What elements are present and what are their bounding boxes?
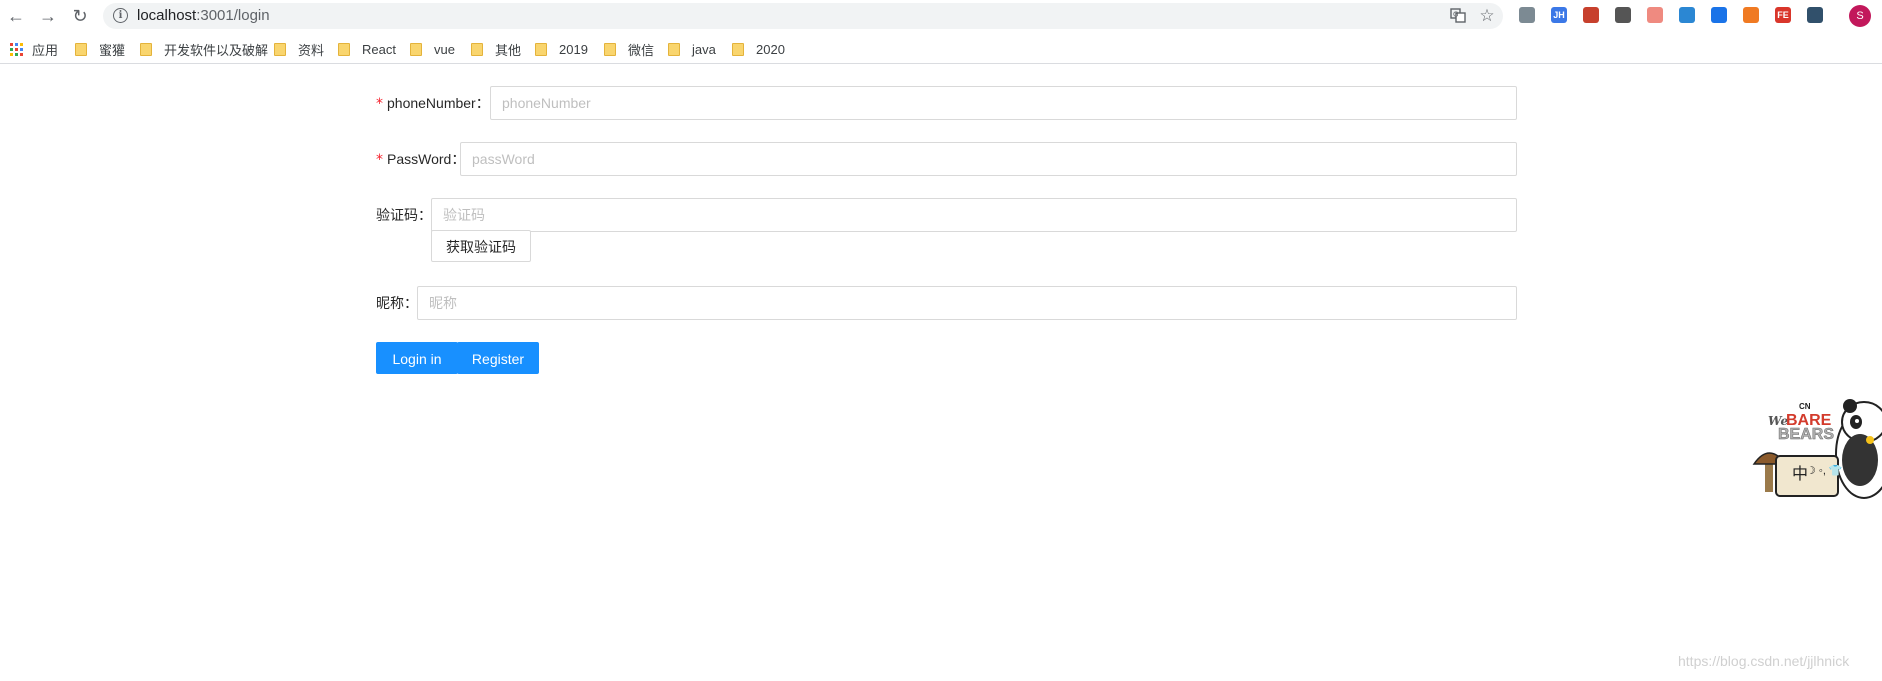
pinwheel-icon[interactable] [1679,7,1695,23]
password-label: * PassWord： [376,151,466,168]
nickname-input[interactable] [417,286,1517,320]
folder-icon [140,42,152,56]
bookmark-folder-label: vue [434,41,455,57]
bird-extension-icon[interactable] [1807,7,1823,23]
register-button[interactable]: Register [457,342,539,374]
folder-icon [604,42,616,56]
phone-number-label: * phoneNumber： [376,95,490,112]
bookmark-folder[interactable]: java [668,39,716,59]
bookmark-apps[interactable]: 应用 [10,39,58,59]
password-input[interactable] [460,142,1517,176]
browser-toolbar: ← → ↻ i localhost:3001/login G ☆ JH FE S [0,0,1882,32]
bookmark-folder-label: 蜜獾 [99,42,126,58]
star-bookmark-icon[interactable]: ☆ [1478,7,1496,25]
phone-number-input[interactable] [490,86,1517,120]
bookmark-folder[interactable]: 微信 [604,39,654,59]
reload-icon[interactable]: ↻ [68,4,92,28]
back-arrow-icon[interactable]: ← [4,4,28,28]
qr-code-icon[interactable] [1615,7,1631,23]
bookmark-folder[interactable]: 蜜獾 [75,39,125,59]
folder-icon [668,42,680,56]
bookmark-folder[interactable]: 2020 [732,39,785,59]
we-bare-bears-mascot[interactable]: CN We BARE BEARS 中 ☽ ◦, 👕 [1752,392,1882,506]
bookmark-folder-label: 资料 [298,42,325,58]
folder-icon [410,42,422,56]
bookmark-folder[interactable]: React [338,39,396,59]
bookmark-folder-label: 2020 [756,41,785,57]
folder-icon [338,42,350,56]
bookmark-folder[interactable]: vue [410,39,455,59]
nickname-row: 昵称： [376,286,1517,320]
translate-icon[interactable]: G [1449,7,1467,25]
mascot-icons: ☽ ◦, 👕 [1806,465,1843,477]
svg-text:G: G [1453,11,1458,19]
mascot-title-bears: BEARS [1778,426,1835,444]
bookmark-folder-label: java [692,41,716,57]
watermark: https://blog.csdn.net/jjlhnick [1678,653,1850,669]
red-extension-icon[interactable] [1583,7,1599,23]
bookmark-folder[interactable]: 资料 [274,39,324,59]
get-code-button[interactable]: 获取验证码 [431,230,531,262]
url-text[interactable]: localhost:3001/login [137,7,270,25]
bookmark-apps-label: 应用 [32,42,59,58]
save-extension-icon[interactable] [1711,7,1727,23]
mascot-brand: CN [1799,402,1811,411]
bookmarks-bar: 应用 蜜獾 开发软件以及破解 资料 React vue 其他 2019 微信 java 2020 [0,35,1882,64]
phone-number-row: * phoneNumber： [376,86,1517,120]
folder-icon [471,42,483,56]
fe-helper-icon[interactable]: FE [1775,7,1791,23]
info-icon[interactable]: i [113,8,128,23]
apps-grid-icon [10,42,23,56]
bookmark-folder-label: 开发软件以及破解 [164,42,269,58]
login-button[interactable]: Login in [376,342,458,374]
verification-code-label: 验证码： [376,207,432,223]
address-bar[interactable]: i localhost:3001/login G ☆ [103,3,1503,29]
folder-icon [75,42,87,56]
forward-arrow-icon[interactable]: → [36,4,60,28]
bookmark-folder[interactable]: 2019 [535,39,588,59]
vue-devtools-icon[interactable] [1519,7,1535,23]
folder-icon [732,42,744,56]
bookmark-folder-label: 2019 [559,41,588,57]
nickname-label: 昵称： [376,295,418,311]
avatar[interactable]: S [1849,5,1871,27]
password-row: * PassWord： [376,142,1517,176]
folder-icon [274,42,286,56]
store-icon[interactable] [1647,7,1663,23]
jh-extension-icon[interactable]: JH [1551,7,1567,23]
verification-code-input[interactable] [431,198,1517,232]
bookmark-folder[interactable]: 开发软件以及破解 [140,39,268,59]
bookmark-folder-label: 微信 [628,42,655,58]
bookmark-folder-label: 其他 [495,42,522,58]
bookmark-folder-label: React [362,41,396,57]
folder-icon [535,42,547,56]
orange-extension-icon[interactable] [1743,7,1759,23]
bookmark-folder[interactable]: 其他 [471,39,521,59]
verification-code-row: 验证码： [376,198,1517,232]
